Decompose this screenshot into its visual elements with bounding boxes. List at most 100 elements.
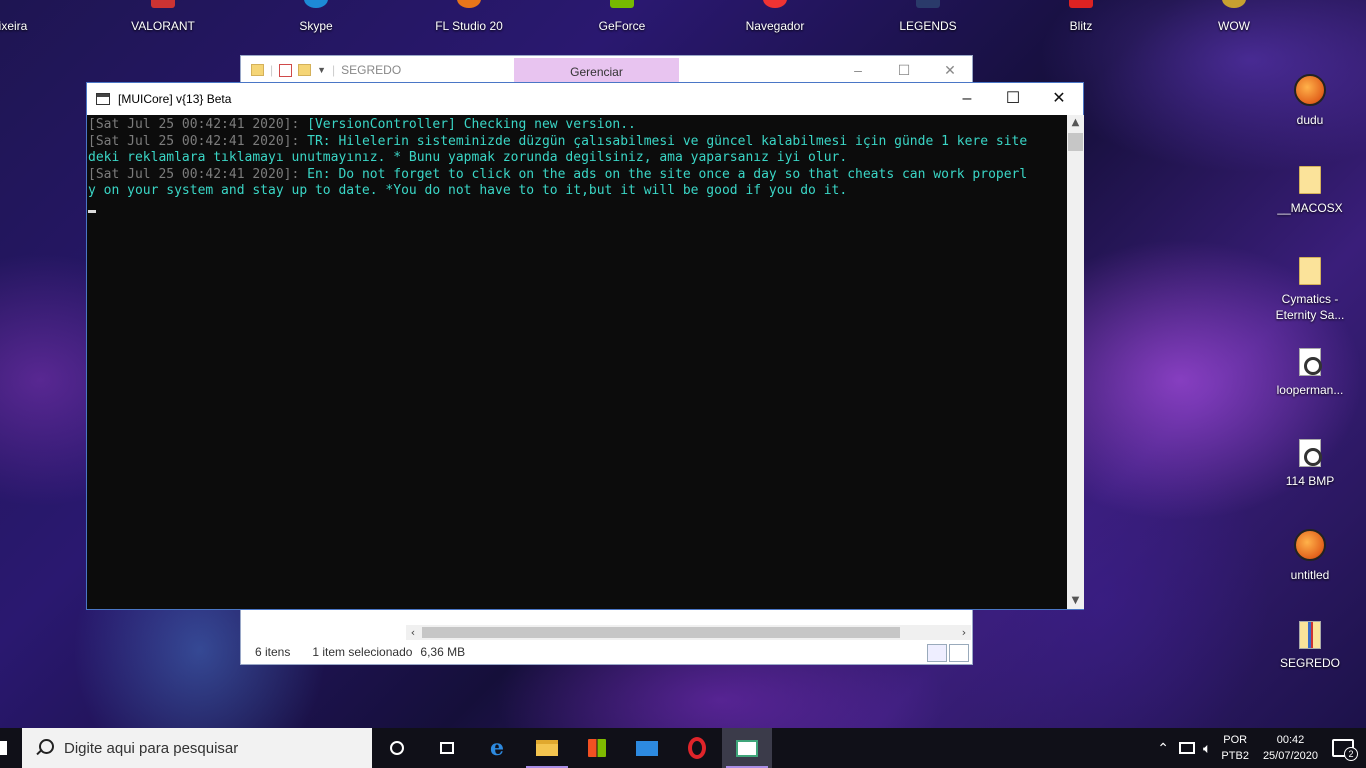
minimize-button[interactable]: – — [944, 83, 990, 115]
language-indicator[interactable]: POR PTB2 — [1221, 732, 1249, 764]
maximize-button[interactable]: ☐ — [990, 83, 1036, 115]
details-view-button[interactable] — [927, 644, 947, 662]
search-icon — [34, 738, 54, 758]
clock[interactable]: 00:42 25/07/2020 — [1263, 732, 1318, 764]
blitz-icon — [1069, 0, 1093, 8]
audio-file-icon — [1299, 348, 1322, 376]
status-bar: 6 itens 1 item selecionado 6,36 MB — [241, 640, 972, 664]
file-explorer-icon — [536, 740, 558, 756]
volume-icon[interactable]: 🔈︎ — [1203, 740, 1211, 757]
system-tray: ⌃ 🔈︎ POR PTB2 00:42 25/07/2020 2 — [1157, 728, 1366, 768]
desktop-icon-label: Skype — [299, 19, 333, 33]
cortana-icon — [390, 741, 404, 755]
close-button[interactable]: ✕ — [1036, 83, 1082, 115]
valorant-icon — [151, 0, 175, 8]
geforce-icon — [610, 0, 634, 8]
tab-gerenciar[interactable]: Gerenciar — [514, 58, 679, 84]
zip-archive-icon — [1299, 621, 1321, 649]
desktop-icon-navegador[interactable]: Navegador — [720, 0, 830, 33]
taskbar-mail[interactable] — [622, 728, 672, 768]
desktop-icon-label: GeForce — [598, 19, 646, 33]
search-placeholder: Digite aqui para pesquisar — [64, 739, 239, 757]
folder-icon — [251, 64, 264, 76]
scroll-down-icon[interactable]: ▼ — [1067, 593, 1084, 609]
maximize-button[interactable]: ☐ — [881, 56, 927, 84]
scroll-right-icon[interactable]: › — [957, 625, 971, 640]
desktop-icon-114bmp[interactable]: 114 BMP — [1268, 439, 1352, 489]
console-timestamp: [Sat Jul 25 00:42:41 2020]: — [88, 117, 308, 132]
desktop-icon-flstudio[interactable]: FL Studio 20 — [414, 0, 524, 33]
console-line: [Sat Jul 25 00:42:41 2020]: [VersionCont… — [88, 117, 1067, 134]
console-cursor — [88, 209, 96, 213]
task-view-icon — [440, 742, 454, 754]
desktop-icon-label: Navegador — [745, 19, 805, 33]
notification-count-badge: 2 — [1344, 747, 1358, 761]
large-icons-view-button[interactable] — [949, 644, 969, 662]
taskbar: Digite aqui para pesquisar e ⌃ 🔈︎ POR PT… — [0, 728, 1366, 768]
desktop-icon-segredo[interactable]: SEGREDO — [1268, 621, 1352, 671]
fl-studio-project-icon — [1294, 74, 1326, 106]
desktop-icon-dudu[interactable]: dudu — [1268, 74, 1352, 128]
desktop-icon-ixeira[interactable]: ixeira — [0, 0, 68, 33]
status-size: 6,36 MB — [420, 645, 466, 659]
desktop-icon-legends[interactable]: LEGENDS — [873, 0, 983, 33]
taskbar-store[interactable] — [572, 728, 622, 768]
desktop-icon-label: looperman... — [1276, 383, 1344, 397]
minimize-button[interactable]: – — [835, 56, 881, 84]
desktop-icon-skype[interactable]: Skype — [261, 0, 371, 33]
scroll-thumb[interactable] — [1068, 133, 1083, 151]
console-line: [Sat Jul 25 00:42:41 2020]: En: Do not f… — [88, 167, 1067, 184]
console-app-icon — [96, 93, 110, 105]
console-window[interactable]: [MUICore] v{13} Beta – ☐ ✕ [Sat Jul 25 0… — [86, 82, 1084, 610]
desktop-icon-label: FL Studio 20 — [435, 19, 503, 33]
cortana-button[interactable] — [372, 728, 422, 768]
desktop-icon-blitz[interactable]: Blitz — [1026, 0, 1136, 33]
notification-center-button[interactable]: 2 — [1332, 739, 1358, 761]
close-button[interactable]: ✕ — [927, 56, 973, 84]
properties-icon[interactable] — [279, 63, 293, 77]
taskbar-edge[interactable]: e — [472, 728, 522, 768]
desktop-icon-untitled[interactable]: untitled — [1268, 529, 1352, 583]
console-line: y on your system and stay up to date. *Y… — [88, 183, 1067, 200]
audio-file-icon — [1299, 439, 1322, 467]
desktop-icon-label: __MACOSX — [1277, 201, 1343, 215]
console-timestamp: [Sat Jul 25 00:42:41 2020]: — [88, 166, 308, 182]
console-titlebar[interactable]: [MUICore] v{13} Beta – ☐ ✕ — [87, 83, 1083, 115]
desktop-icon-macosx[interactable]: __MACOSX — [1268, 166, 1352, 216]
clock-date: 25/07/2020 — [1262, 750, 1318, 762]
language-primary: POR — [1223, 734, 1248, 746]
horizontal-scrollbar[interactable]: ‹ › — [406, 625, 971, 640]
taskbar-opera[interactable] — [672, 728, 722, 768]
desktop-icon-label: LEGENDS — [899, 19, 957, 33]
console-text: En: Do not forget to click on the ads on… — [307, 166, 1028, 182]
desktop-icon-wow[interactable]: WOW — [1179, 0, 1289, 33]
fl-studio-project-icon — [1294, 529, 1326, 561]
desktop-icon-cymatics[interactable]: Cymatics - Eternity Sa... — [1268, 257, 1352, 323]
network-icon[interactable] — [1179, 742, 1196, 754]
scroll-thumb[interactable] — [422, 627, 900, 638]
desktop-icon-looperman[interactable]: looperman... — [1268, 348, 1352, 398]
scroll-up-icon[interactable]: ▲ — [1067, 115, 1084, 131]
desktop-icon-geforce[interactable]: GeForce — [567, 0, 677, 33]
task-view-button[interactable] — [422, 728, 472, 768]
desktop-icon-label: ixeira — [0, 19, 28, 33]
vertical-scrollbar[interactable]: ▲ ▼ — [1067, 115, 1084, 609]
store-icon — [588, 739, 606, 757]
taskbar-console[interactable] — [722, 728, 772, 768]
console-app-icon — [736, 739, 758, 757]
wow-icon — [1222, 0, 1246, 8]
console-text: [VersionController] Checking new version… — [307, 117, 636, 132]
console-timestamp: [Sat Jul 25 00:42:41 2020]: — [88, 133, 308, 149]
desktop-icon-valorant[interactable]: VALORANT — [108, 0, 218, 33]
chevron-up-icon[interactable]: ⌃ — [1157, 740, 1169, 757]
taskbar-file-explorer[interactable] — [522, 728, 572, 768]
new-folder-icon[interactable] — [298, 64, 312, 76]
scroll-left-icon[interactable]: ‹ — [406, 625, 420, 640]
console-title: [MUICore] v{13} Beta — [118, 92, 232, 106]
chevron-down-icon[interactable]: ▼ — [317, 65, 326, 75]
start-button[interactable] — [0, 728, 22, 768]
console-output[interactable]: [Sat Jul 25 00:42:41 2020]: [VersionCont… — [87, 115, 1067, 609]
console-line: [Sat Jul 25 00:42:41 2020]: TR: Hileleri… — [88, 134, 1067, 151]
search-box[interactable]: Digite aqui para pesquisar — [22, 728, 372, 768]
explorer-titlebar[interactable]: | ▼ | SEGREDO Gerenciar – ☐ ✕ — [241, 56, 972, 84]
